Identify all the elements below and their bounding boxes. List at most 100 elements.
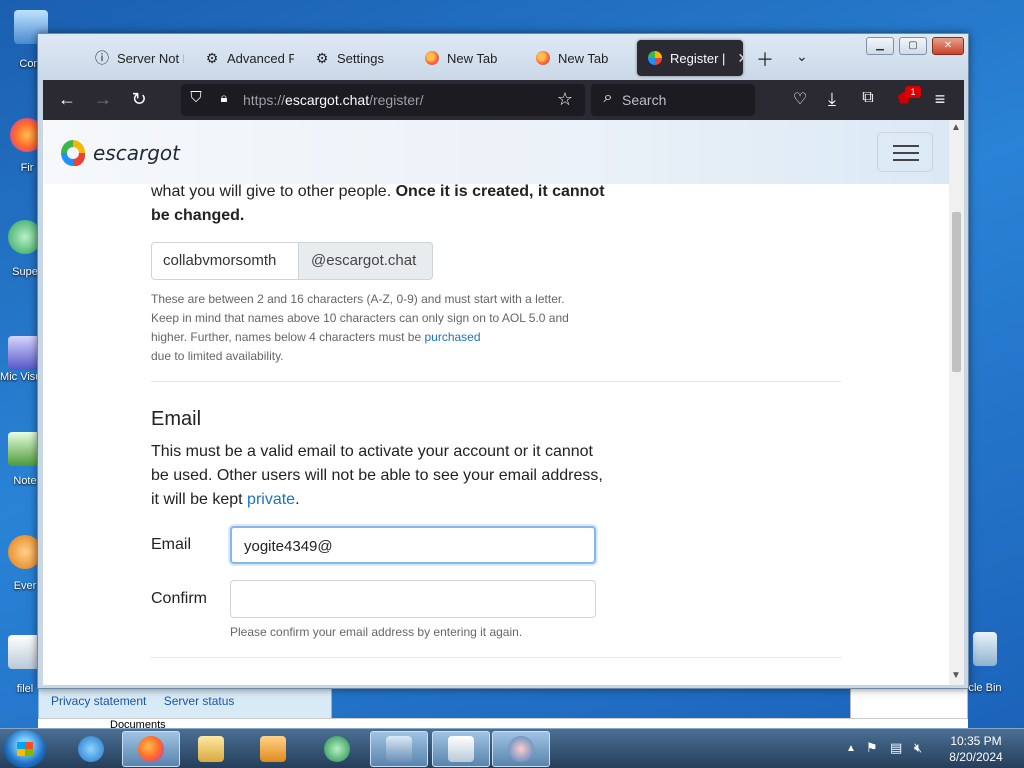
lock-icon[interactable]: 🔒︎: [213, 90, 235, 106]
email-description-text: This must be a valid email to activate y…: [151, 443, 603, 508]
taskbar-firefox[interactable]: [122, 731, 180, 767]
volume-muted-icon[interactable]: 🔇︎: [914, 740, 922, 756]
url-bar[interactable]: ⛉ 🔒︎ https://escargot.chat/register/ ☆: [181, 84, 585, 116]
tab-register[interactable]: Register | ✕: [637, 40, 743, 76]
privacy-statement-link[interactable]: Privacy statement: [51, 694, 146, 708]
url-scheme: https://: [243, 92, 286, 108]
background-explorer-strip: Documents: [38, 718, 968, 728]
escargot-logo-icon[interactable]: [61, 140, 85, 166]
taskbar-internet-explorer[interactable]: [62, 731, 120, 767]
username-domain-suffix: @escargot.chat: [299, 242, 433, 280]
taskbar-notepad[interactable]: [432, 731, 490, 767]
username-input[interactable]: collabvmorsomth: [151, 242, 299, 280]
tab-new-tab-2[interactable]: New Tab: [525, 40, 625, 76]
username-input-group: collabvmorsomth @escargot.chat: [151, 242, 433, 280]
tab-label: Advanced P: [227, 50, 294, 66]
internet-explorer-icon: [78, 736, 104, 762]
server-status-link[interactable]: Server status: [164, 694, 235, 708]
url-path: /register/: [369, 92, 424, 108]
search-icon: ⌕: [603, 89, 613, 106]
confirm-label: Confirm: [151, 590, 208, 607]
tab-label: Register |: [670, 50, 726, 66]
username-help-text: These are between 2 and 16 characters (A…: [151, 290, 591, 366]
taskbar-explorer[interactable]: [182, 731, 240, 767]
list-all-tabs-chevron-icon[interactable]: ⌄: [796, 48, 808, 65]
navigation-toolbar: ← → ↻ ⛉ 🔒︎ https://escargot.chat/registe…: [43, 80, 964, 120]
page-scrollbar[interactable]: ▲ ▼: [949, 120, 964, 685]
back-arrow-icon[interactable]: ←: [56, 89, 78, 110]
scroll-up-icon[interactable]: ▲: [951, 122, 961, 133]
taskbar-media-player[interactable]: [244, 731, 302, 767]
username-description: what you will give to other people. Once…: [151, 180, 621, 228]
start-button[interactable]: [4, 730, 46, 768]
pocket-icon[interactable]: ♡: [789, 89, 811, 109]
users-icon: [508, 736, 534, 762]
site-header: escargot: [43, 120, 949, 184]
extensions-puzzle-icon[interactable]: ⧉: [857, 89, 879, 107]
tab-settings[interactable]: ⚙ Settings: [304, 40, 404, 76]
gear-icon: ⚙: [205, 49, 219, 66]
username-description-text: what you will give to other people.: [151, 183, 392, 200]
site-logo-text[interactable]: escargot: [93, 141, 180, 165]
tab-label: Server Not F: [117, 50, 184, 66]
email-label: Email: [151, 536, 192, 553]
downloads-icon[interactable]: ⤓: [821, 89, 843, 110]
scrollbar-thumb[interactable]: [952, 212, 961, 372]
info-icon: ⓘ: [95, 50, 109, 66]
reload-icon[interactable]: ↻: [128, 89, 150, 110]
tab-new-tab-1[interactable]: New Tab: [414, 40, 514, 76]
extension-badge: 1: [905, 86, 921, 98]
bookmark-star-icon[interactable]: ☆: [554, 89, 576, 110]
confirm-email-field[interactable]: [230, 580, 596, 618]
email-section-title: Email: [151, 408, 202, 430]
username-help-body: These are between 2 and 16 characters (A…: [151, 292, 569, 344]
close-tab-icon[interactable]: ✕: [737, 50, 743, 67]
url-domain: escargot.chat: [285, 92, 370, 108]
page-viewport: what you will give to other people. Once…: [43, 120, 964, 685]
section-divider: [151, 381, 841, 382]
media-player-icon: [260, 736, 286, 762]
tab-label: New Tab: [558, 50, 609, 66]
folder-icon: [198, 736, 224, 762]
private-link[interactable]: private: [247, 491, 295, 508]
email-description: This must be a valid email to activate y…: [151, 443, 603, 508]
scroll-down-icon[interactable]: ▼: [951, 670, 961, 681]
url-text[interactable]: https://escargot.chat/register/: [243, 92, 424, 108]
firefox-icon: [424, 50, 440, 66]
shield-icon[interactable]: ⛉: [185, 89, 207, 106]
gear-icon: ⚙: [315, 49, 329, 66]
close-window-button[interactable]: ✕: [932, 37, 964, 55]
section-divider: [151, 657, 841, 658]
background-window-panel: Privacy statement Server status: [38, 688, 332, 720]
system-clock[interactable]: 10:35 PM 8/20/2024: [940, 733, 1012, 765]
app-menu-icon[interactable]: ≡: [929, 89, 951, 110]
tab-server-not-found[interactable]: ⓘ Server Not F: [84, 40, 184, 76]
escargot-icon: [647, 50, 663, 66]
purchased-link[interactable]: purchased: [424, 330, 480, 344]
show-hidden-icons-chevron-icon[interactable]: ▲: [846, 743, 856, 754]
search-bar[interactable]: ⌕ Search: [591, 84, 755, 116]
firefox-icon: [535, 50, 551, 66]
taskbar-control-panel[interactable]: [370, 731, 428, 767]
taskbar: ▲ ⚑ ▤ 🔇︎ 10:35 PM 8/20/2024: [0, 728, 1024, 768]
taskbar-users[interactable]: [492, 731, 550, 767]
documents-label[interactable]: Documents: [110, 719, 166, 728]
tab-advanced-preferences[interactable]: ⚙ Advanced P: [194, 40, 294, 76]
clock-date: 8/20/2024: [949, 750, 1003, 764]
app-icon: [324, 736, 350, 762]
maximize-button[interactable]: ▢: [899, 37, 927, 55]
firefox-window: ⓘ Server Not F ⚙ Advanced P ⚙ Settings N…: [37, 33, 969, 689]
tab-label: Settings: [337, 50, 384, 66]
action-center-flag-icon[interactable]: ⚑: [866, 740, 878, 756]
forward-arrow-icon[interactable]: →: [92, 89, 114, 110]
hamburger-menu-button[interactable]: [877, 132, 933, 172]
username-help-tail: due to limited availability.: [151, 349, 284, 363]
firefox-icon: [138, 736, 164, 762]
search-placeholder: Search: [622, 92, 667, 108]
new-tab-button[interactable]: ＋: [756, 46, 774, 72]
network-icon[interactable]: ▤: [890, 740, 902, 756]
notepad-icon: [448, 736, 474, 762]
minimize-button[interactable]: ▁: [866, 37, 894, 55]
taskbar-app-green[interactable]: [308, 731, 366, 767]
email-field[interactable]: yogite4349@: [230, 526, 596, 564]
